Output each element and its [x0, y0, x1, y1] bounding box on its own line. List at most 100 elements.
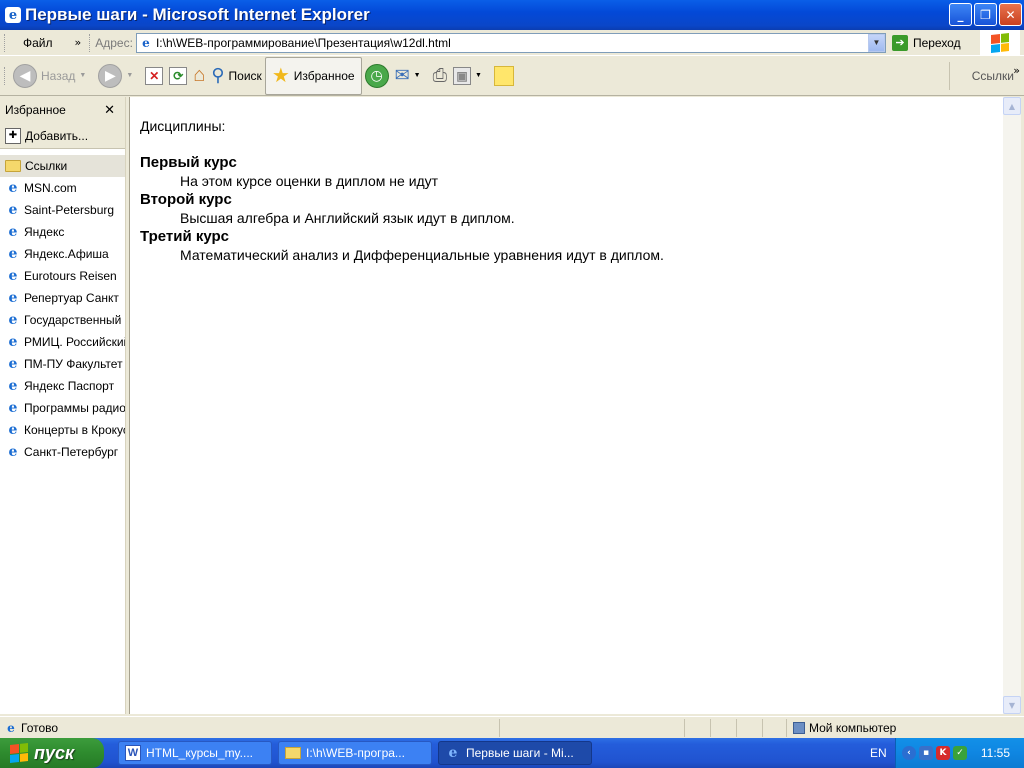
forward-dropdown-icon[interactable]: ▼	[126, 72, 133, 79]
back-dropdown-icon[interactable]: ▼	[79, 72, 86, 79]
status-cell-empty	[711, 718, 737, 737]
favorites-panel: Избранное ✕ ✚ Добавить... Ссылки e MSN.co…	[0, 97, 126, 714]
favorites-button[interactable]: ★ Избранное	[264, 56, 362, 95]
mail-button[interactable]: ✉ ▼	[392, 58, 430, 94]
favorite-item[interactable]: e Государственный	[0, 309, 125, 331]
ie-page-icon: e	[8, 180, 18, 196]
favorite-item[interactable]: e РМИЦ. Российский	[0, 331, 125, 353]
favorite-item[interactable]: e Яндекс.Афиша	[0, 243, 125, 265]
menu-bar: Файл » Адрес: e I:\h\WEB-программировани…	[0, 30, 1024, 56]
close-button[interactable]: ✕	[999, 3, 1022, 26]
favorite-label: Государственный	[24, 313, 122, 327]
start-windows-icon	[10, 743, 28, 763]
vertical-scrollbar[interactable]: ▲ ▼	[1003, 97, 1021, 714]
ie-icon: e	[5, 7, 21, 23]
menu-file[interactable]: Файл	[10, 36, 61, 50]
course-title: Первый курс	[140, 154, 237, 171]
home-icon: ⌂	[193, 64, 206, 86]
status-text: Готово	[21, 720, 59, 735]
back-label: Назад	[41, 68, 76, 83]
clock[interactable]: 11:55	[981, 746, 1010, 760]
task-button-word[interactable]: W HTML_курсы_my....	[118, 741, 272, 765]
favorites-header-title: Избранное	[5, 103, 66, 117]
task-button-explorer[interactable]: I:\h\WEB-програ...	[278, 741, 432, 765]
favorite-item[interactable]: e Программы радио	[0, 397, 125, 419]
home-button[interactable]: ⌂	[190, 58, 208, 94]
go-button[interactable]: ➔ Переход	[891, 34, 961, 51]
favorite-item[interactable]: e Eurotours Reisen	[0, 265, 125, 287]
favorite-label: Концерты в Крокус	[24, 423, 125, 437]
search-button[interactable]: ⚲ Поиск	[208, 58, 264, 94]
page-status-icon: e	[7, 720, 15, 735]
address-dropdown-icon[interactable]: ▼	[867, 33, 885, 52]
language-indicator[interactable]: EN	[870, 746, 887, 760]
refresh-button[interactable]: ⟳	[166, 58, 190, 94]
favorite-label: Программы радио	[24, 401, 125, 415]
start-button[interactable]: пуск	[0, 738, 104, 768]
favorite-label: Репертуар Санкт	[24, 291, 119, 305]
favorite-item[interactable]: e MSN.com	[0, 177, 125, 199]
zone-text: Мой компьютер	[809, 720, 897, 735]
network-icon[interactable]: ▪	[919, 746, 933, 760]
close-panel-icon[interactable]: ✕	[104, 102, 115, 118]
toolbar-grip[interactable]	[4, 33, 7, 52]
favorite-label: Яндекс	[24, 225, 65, 239]
tray-expand-icon[interactable]: ‹	[902, 746, 916, 760]
task-button-ie[interactable]: e Первые шаги - Mi...	[438, 741, 592, 765]
note-icon	[493, 65, 514, 86]
forward-button[interactable]: ▶ ▼	[95, 58, 142, 94]
address-value[interactable]: I:\h\WEB-программирование\Презентация\w1…	[156, 36, 868, 50]
back-button[interactable]: ◀ Назад ▼	[10, 58, 95, 94]
course-description: Математический анализ и Дифференциальные…	[180, 247, 664, 263]
ie-page-icon: e	[8, 246, 18, 262]
maximize-button[interactable]: ❐	[974, 3, 997, 26]
scroll-up-icon[interactable]: ▲	[1003, 97, 1021, 115]
title-bar[interactable]: e Первые шаги - Microsoft Internet Explo…	[0, 0, 1024, 30]
add-favorite-button[interactable]: ✚ Добавить...	[0, 123, 125, 149]
ie-page-icon: e	[8, 378, 18, 394]
refresh-icon: ⟳	[169, 66, 188, 85]
messenger-button[interactable]	[491, 58, 517, 94]
antivirus-icon[interactable]: K	[936, 746, 950, 760]
status-cell-empty	[737, 718, 763, 737]
favorite-label: Ссылки	[25, 159, 68, 173]
favorite-label: Санкт-Петербург	[24, 445, 119, 459]
address-input[interactable]: e I:\h\WEB-программирование\Презентация\…	[135, 32, 886, 53]
ie-page-icon: e	[8, 422, 18, 438]
security-icon[interactable]: ✓	[953, 746, 967, 760]
favorite-item[interactable]: e Saint-Petersburg	[0, 199, 125, 221]
window-title: Первые шаги - Microsoft Internet Explore…	[25, 5, 370, 24]
favorite-label: ПМ-ПУ Факультет	[24, 357, 123, 371]
history-button[interactable]: ◷	[362, 58, 392, 94]
folder-icon	[285, 747, 301, 759]
toolbar-grip[interactable]	[4, 66, 7, 85]
course-title: Второй курс	[140, 191, 232, 208]
ie-page-icon: e	[8, 224, 18, 240]
favorites-folder-links[interactable]: Ссылки	[0, 155, 125, 177]
status-bar: e Готово Мой компьютер	[0, 716, 1024, 738]
minimize-button[interactable]: _	[949, 3, 972, 26]
mail-dropdown-icon[interactable]: ▼	[414, 72, 421, 79]
stop-button[interactable]: ✕	[142, 58, 166, 94]
search-label: Поиск	[228, 68, 262, 83]
links-label[interactable]: Ссылки	[972, 69, 1014, 83]
favorite-item[interactable]: e Концерты в Крокус	[0, 419, 125, 441]
back-arrow-icon: ◀	[13, 63, 37, 88]
favorite-item[interactable]: e Санкт-Петербург	[0, 441, 125, 463]
edit-dropdown-icon[interactable]: ▼	[475, 72, 482, 79]
favorite-item[interactable]: e ПМ-ПУ Факультет	[0, 353, 125, 375]
favorite-label: Яндекс Паспорт	[24, 379, 115, 393]
history-icon: ◷	[364, 63, 389, 88]
menu-chevron-icon[interactable]: »	[75, 36, 82, 49]
favorite-item[interactable]: e Репертуар Санкт	[0, 287, 125, 309]
window-controls: _ ❐ ✕	[949, 3, 1022, 26]
ie-page-icon: e	[8, 290, 18, 306]
links-chevron-icon[interactable]: »	[1013, 64, 1020, 77]
edit-icon: ▣	[453, 66, 472, 85]
print-button[interactable]: ⎙	[430, 58, 450, 94]
address-grip[interactable]	[89, 33, 92, 52]
edit-button[interactable]: ▣ ▼	[450, 58, 491, 94]
favorite-item[interactable]: e Яндекс	[0, 221, 125, 243]
favorite-item[interactable]: e Яндекс Паспорт	[0, 375, 125, 397]
scroll-down-icon[interactable]: ▼	[1003, 696, 1021, 714]
